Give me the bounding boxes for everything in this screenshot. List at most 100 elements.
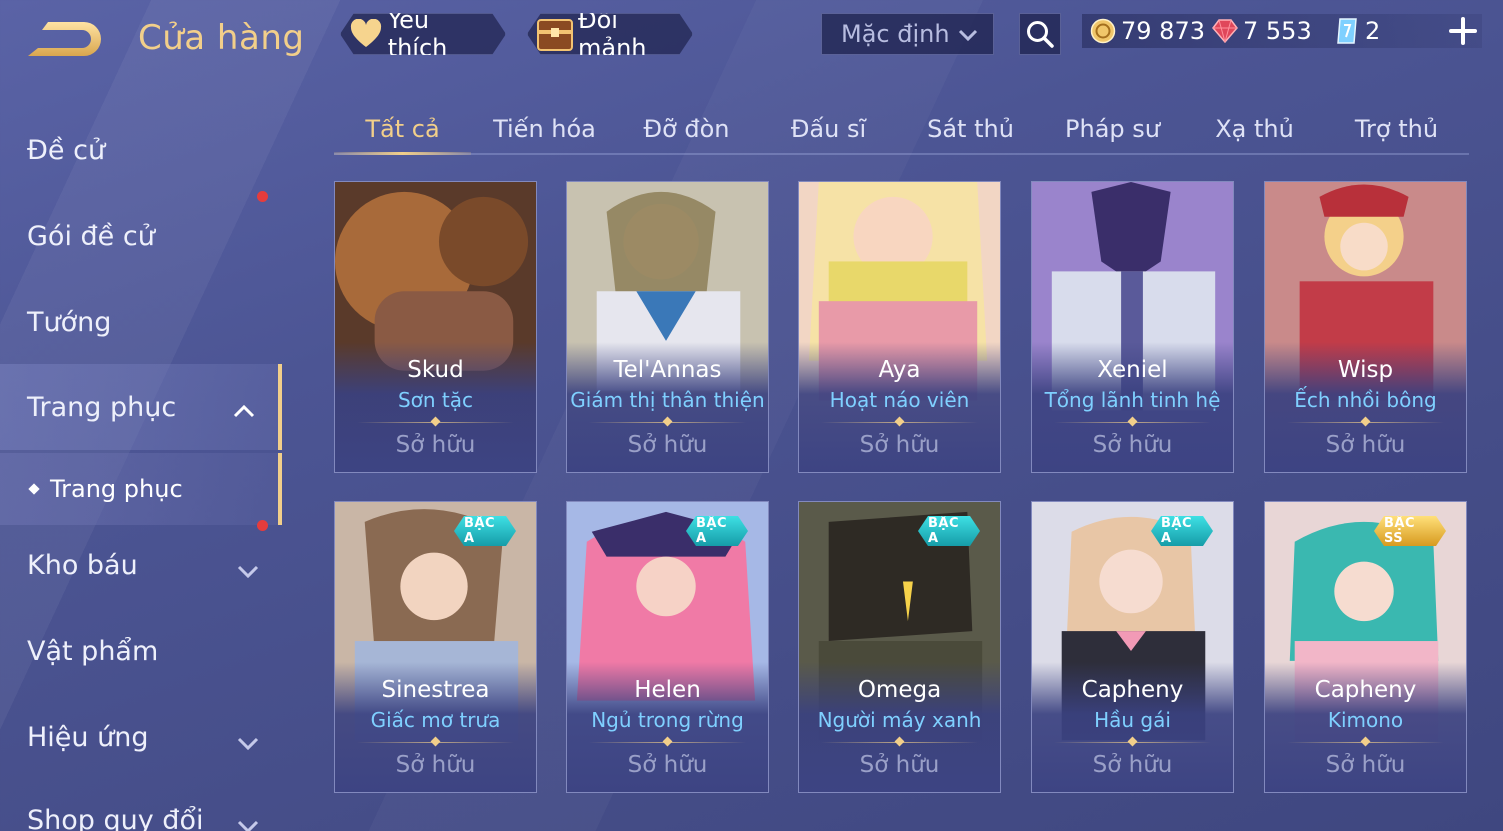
skin-card[interactable]: BẬC A Sinestrea Giấc mơ trưa Sở hữu (334, 501, 537, 793)
sidebar-item-exchange-shop[interactable]: Shop quy đổi (0, 777, 282, 831)
owned-status: Sở hữu (395, 432, 476, 458)
tab-tank[interactable]: Đỡ đòn (618, 105, 755, 153)
sidebar-item-label: Hiệu ứng (27, 721, 149, 753)
hero-name: Omega (857, 677, 942, 703)
search-icon (1027, 21, 1054, 48)
tab-evolution[interactable]: Tiến hóa (476, 105, 613, 153)
owned-status: Sở hữu (859, 752, 940, 778)
owned-status: Sở hữu (1092, 752, 1173, 778)
tab-mage[interactable]: Pháp sư (1044, 105, 1181, 153)
skin-name: Kimono (1327, 708, 1404, 732)
tab-assassin[interactable]: Sát thủ (902, 105, 1039, 153)
owned-status: Sở hữu (627, 752, 708, 778)
sidebar-item-treasure[interactable]: Kho báu (0, 520, 282, 608)
chevron-up-icon (232, 396, 256, 427)
skin-card[interactable]: Aya Hoạt náo viên Sở hữu (798, 181, 1001, 473)
skin-card[interactable]: BẬC A Helen Ngủ trong rừng Sở hữu (566, 501, 769, 793)
chevron-down-icon (957, 24, 979, 52)
sidebar-item-effects[interactable]: Hiệu ứng (0, 694, 282, 780)
hero-name: Aya (878, 357, 921, 383)
card-divider (1054, 422, 1211, 423)
sidebar-item-label: Đề cử (27, 134, 106, 166)
category-tabs: Tất cả Tiến hóa Đỡ đòn Đấu sĩ Sát thủ Ph… (334, 105, 1469, 155)
tier-badge: BẬC A (686, 516, 748, 546)
owned-status: Sở hữu (1325, 752, 1406, 778)
sidebar-item-items[interactable]: Vật phẩm (0, 608, 282, 694)
notification-dot (257, 520, 268, 531)
hero-name: Wisp (1337, 357, 1394, 383)
ticket-balance: 2 (1334, 14, 1380, 48)
tier-badge: BẬC A (918, 516, 980, 546)
favorites-label: Yêu thích (387, 6, 448, 62)
skin-card[interactable]: Skud Sơn tặc Sở hữu (334, 181, 537, 473)
sidebar-item-heroes[interactable]: Tướng (0, 279, 282, 365)
tab-all[interactable]: Tất cả (334, 105, 471, 155)
hero-name: Sinestrea (381, 677, 490, 703)
skin-name: Sơn tặc (397, 388, 474, 412)
sidebar-item-recommended-packs[interactable]: Gói đề cử (0, 191, 282, 279)
card-divider (357, 742, 514, 743)
tab-marksman[interactable]: Xạ thủ (1186, 105, 1323, 153)
favorites-button[interactable]: Yêu thích (340, 13, 506, 55)
card-divider (821, 742, 978, 743)
red-gem-icon (1212, 19, 1238, 44)
skin-name: Hoạt náo viên (829, 388, 970, 412)
card-divider (589, 422, 746, 423)
card-divider (1054, 742, 1211, 743)
card-divider (821, 422, 978, 423)
sidebar-item-label: Kho báu (27, 549, 138, 581)
shard-exchange-button[interactable]: Đổi mảnh (527, 13, 693, 55)
chevron-down-icon (236, 728, 260, 759)
owned-status: Sở hữu (1092, 432, 1173, 458)
hero-name: Xeniel (1097, 357, 1168, 383)
sort-dropdown[interactable]: Mặc định (821, 13, 994, 55)
gold-balance: 79 873 (1090, 14, 1205, 48)
tab-support[interactable]: Trợ thủ (1328, 105, 1465, 153)
back-arrow-icon (28, 22, 101, 56)
top-bar: Cửa hàng Yêu thích Đổi mảnh Mặc định 79 … (0, 0, 1503, 80)
chevron-down-icon (236, 811, 260, 831)
gem-amount: 7 553 (1243, 17, 1312, 45)
hero-name: Capheny (1081, 677, 1184, 703)
sidebar-item-recommended[interactable]: Đề cử (0, 107, 282, 193)
sidebar-item-label: Shop quy đổi (27, 804, 204, 831)
gem-balance: 7 553 (1212, 14, 1312, 48)
tier-badge: BẬC SS (1374, 516, 1446, 546)
sidebar-item-label: Vật phẩm (27, 635, 159, 667)
skin-name: Ngủ trong rừng (591, 708, 744, 732)
gold-coin-icon (1090, 18, 1116, 44)
owned-status: Sở hữu (1325, 432, 1406, 458)
gold-amount: 79 873 (1121, 17, 1205, 45)
tab-label: Tiến hóa (493, 115, 596, 143)
owned-status: Sở hữu (395, 752, 476, 778)
search-button[interactable] (1019, 13, 1061, 55)
hero-name: Capheny (1314, 677, 1417, 703)
skin-card[interactable]: Wisp Ếch nhồi bông Sở hữu (1264, 181, 1467, 473)
skin-card[interactable]: BẬC SS Capheny Kimono Sở hữu (1264, 501, 1467, 793)
sidebar-item-label: Gói đề cử (27, 220, 155, 252)
card-divider (1287, 742, 1444, 743)
tab-label: Sát thủ (927, 115, 1014, 143)
skin-name: Hầu gái (1094, 708, 1171, 732)
treasure-chest-icon (536, 15, 574, 53)
add-currency-button[interactable] (1446, 14, 1480, 48)
sidebar-item-skins[interactable]: Trang phục (0, 364, 282, 450)
skin-name: Tổng lãnh tinh hệ (1044, 388, 1221, 412)
shard-exchange-label: Đổi mảnh (578, 6, 647, 62)
sidebar-item-label: Tướng (27, 306, 112, 338)
skin-card[interactable]: BẬC A Capheny Hầu gái Sở hữu (1031, 501, 1234, 793)
sort-value: Mặc định (841, 20, 950, 48)
card-divider (589, 742, 746, 743)
tab-warrior[interactable]: Đấu sĩ (760, 105, 897, 153)
tab-label: Tất cả (365, 115, 440, 143)
tab-label: Pháp sư (1065, 115, 1160, 143)
sidebar-subitem-skins[interactable]: Trang phục (0, 453, 282, 525)
tab-label: Đỡ đòn (643, 115, 730, 143)
skin-card[interactable]: Xeniel Tổng lãnh tinh hệ Sở hữu (1031, 181, 1234, 473)
tier-badge: BẬC A (1151, 516, 1213, 546)
skin-card[interactable]: Tel'Annas Giám thị thân thiện Sở hữu (566, 181, 769, 473)
skin-card[interactable]: BẬC A Omega Người máy xanh Sở hữu (798, 501, 1001, 793)
back-button[interactable] (26, 18, 106, 60)
owned-status: Sở hữu (627, 432, 708, 458)
sidebar-item-label: Trang phục (27, 391, 177, 423)
